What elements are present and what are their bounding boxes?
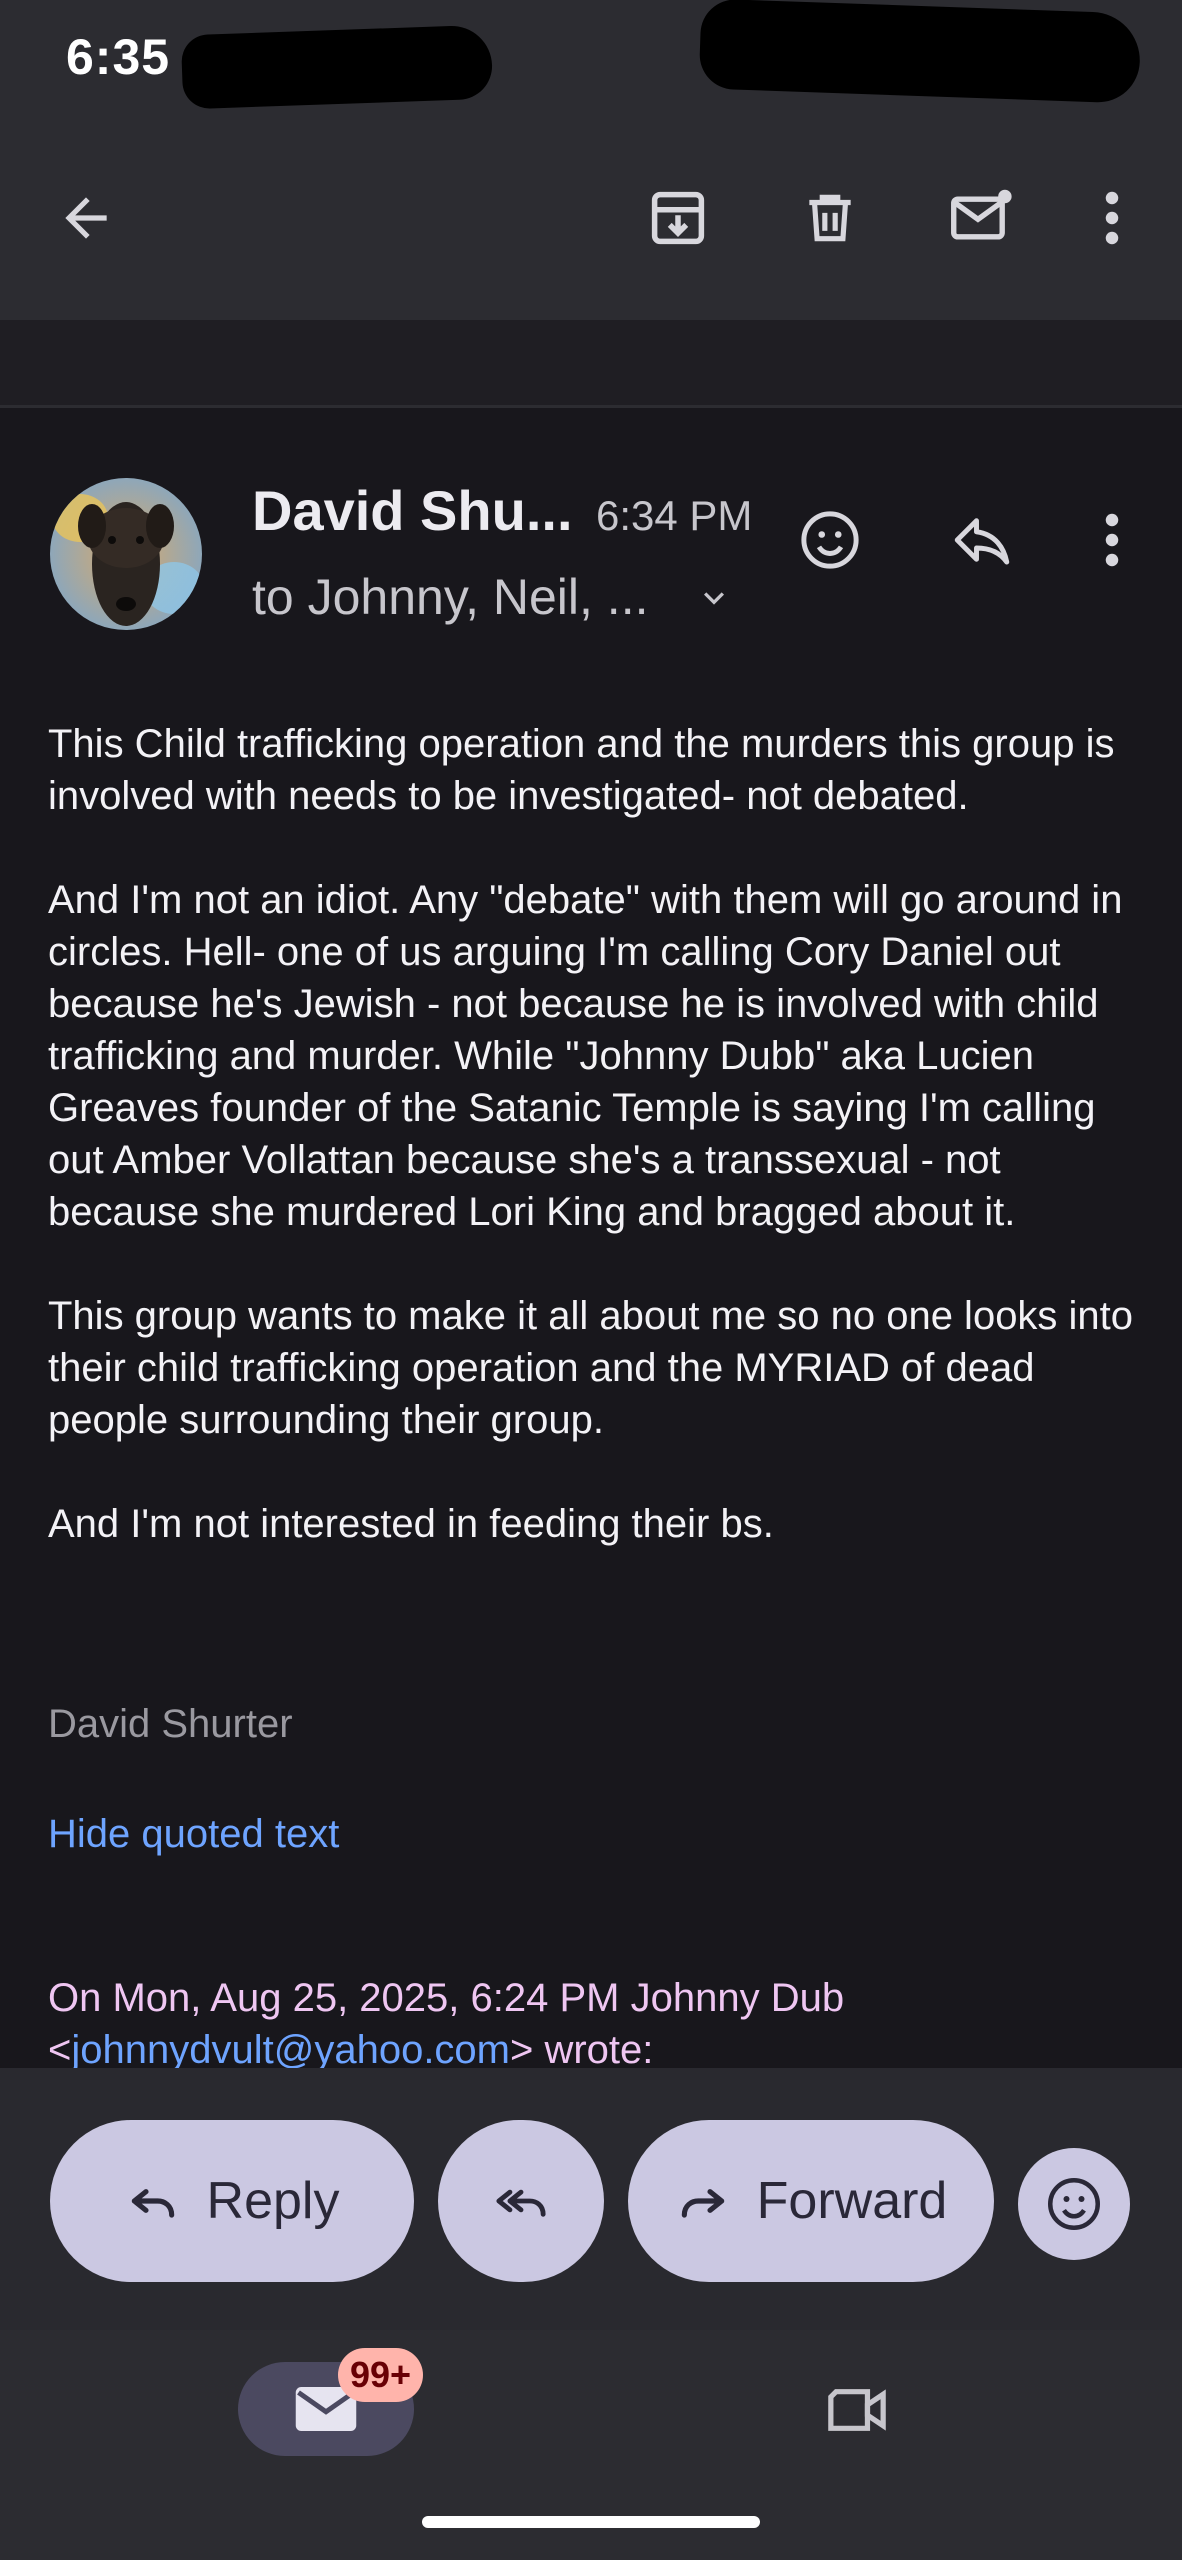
redaction-mark (180, 24, 494, 110)
arrow-back-icon[interactable] (46, 178, 126, 258)
recipients-summary[interactable]: to Johnny, Neil, ... (252, 568, 648, 626)
forward-label: Forward (756, 2172, 948, 2230)
reply-icon (131, 2189, 174, 2218)
reply-button[interactable]: Reply (50, 2120, 414, 2282)
body-paragraph: This group wants to make it all about me… (48, 1294, 1134, 1442)
archive-icon[interactable] (638, 178, 718, 258)
emoji-react-button[interactable] (1018, 2148, 1130, 2260)
body-paragraph: And I'm not an idiot. Any "debate" with … (48, 878, 1123, 1234)
hide-quoted-text-link[interactable]: Hide quoted text (48, 1812, 339, 1857)
message-body: This Child trafficking operation and the… (48, 718, 1158, 1602)
reply-label: Reply (206, 2172, 340, 2230)
video-camera-icon (828, 2389, 886, 2431)
quote-email-link[interactable]: johnnydvult@yahoo.com (71, 2028, 510, 2072)
top-app-bar: 6:35 (0, 0, 1182, 320)
quote-open: < (48, 2028, 72, 2072)
more-vert-icon[interactable] (1072, 178, 1152, 258)
forward-button[interactable]: Forward (628, 2120, 994, 2282)
signature: David Shurter (48, 1702, 293, 1746)
reply-all-icon (496, 2189, 546, 2217)
message-time: 6:34 PM (596, 492, 753, 539)
emoji-icon (1048, 2178, 1100, 2230)
quote-prefix: On Mon, Aug 25, 2025, 6:24 PM Johnny Dub (48, 1976, 845, 2020)
chevron-down-icon[interactable] (694, 578, 734, 623)
forward-icon (681, 2189, 724, 2218)
redaction-mark (698, 0, 1142, 104)
body-paragraph: This Child trafficking operation and the… (48, 722, 1115, 818)
emoji-react-icon[interactable] (790, 500, 870, 580)
reply-all-button[interactable] (438, 2120, 604, 2282)
quote-suffix: > wrote: (510, 2028, 654, 2072)
quoted-header: On Mon, Aug 25, 2025, 6:24 PM Johnny Dub… (48, 1972, 1148, 2076)
mark-unread-icon[interactable] (942, 178, 1022, 258)
unread-badge: 99+ (338, 2348, 424, 2402)
home-indicator[interactable] (422, 2516, 760, 2528)
reply-icon[interactable] (942, 500, 1022, 580)
trash-icon[interactable] (790, 178, 870, 258)
nav-meet[interactable] (812, 2370, 902, 2450)
email-screen: 6:35 David Shu... 6:34 PM to Johnny, Nei… (0, 0, 1182, 2560)
body-paragraph: And I'm not interested in feeding their … (48, 1502, 774, 1546)
status-time: 6:35 (66, 29, 171, 85)
avatar[interactable] (50, 478, 202, 630)
subject-strip (0, 320, 1182, 408)
sender-name[interactable]: David Shu... (252, 478, 573, 543)
more-vert-icon[interactable] (1072, 500, 1152, 580)
